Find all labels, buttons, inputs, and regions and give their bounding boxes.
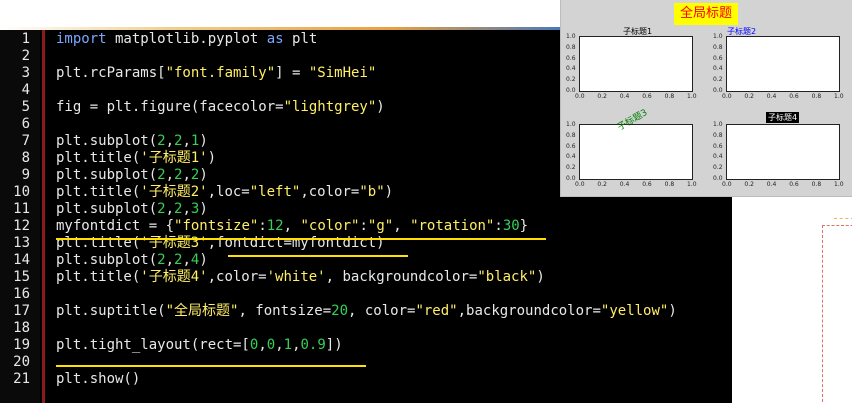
line-number: 21 [13,371,30,387]
x-tick-label: 0.8 [664,181,675,188]
x-tick-label: 0.6 [642,181,652,188]
dashed-annotation-box [822,225,852,402]
matplotlib-figure-window: 全局标题 子标题1 1.0 0.8 0.6 0.4 0.2 0.0 0.0 0.2 0.4 0.6 0… [561,0,852,196]
y-tick-label: 0.4 [566,153,576,161]
subplot-title: 子标题2 [727,27,757,36]
x-tick-label: 1.0 [834,181,844,188]
line-number: 20 [13,354,30,370]
subplot-axes [726,36,840,92]
code-line: plt.show() [56,371,141,387]
code-line: plt.subplot(2,2,3) [56,201,208,217]
x-tick-label: 1.0 [687,181,697,188]
x-tick-label: 0.6 [789,181,799,188]
code-line: plt.subplot(2,2,4) [56,252,208,268]
highlight-underline-line-12 [56,238,546,240]
x-tick-label: 0.0 [575,93,585,100]
x-tick-label: 0.8 [811,93,822,100]
line-number: 12 [13,218,30,234]
x-tick-label: 0.4 [766,181,777,188]
y-tick-label: 0.8 [566,43,576,51]
x-tick-label: 1.0 [687,93,697,100]
subplot-title: 子标题4 [766,112,800,123]
subplot-axes [726,124,840,180]
line-number: 1 [21,31,30,47]
y-tick-label: 1.0 [566,121,576,128]
code-line: plt.suptitle("全局标题", fontsize=20, color=… [56,303,677,319]
line-number: 3 [21,65,30,81]
code-line: plt.title('子标题1') [56,150,217,166]
line-number-gutter: 1 2 3 4 5 6 7 8 9 10 11 12 13 14 15 16 17 18 19 20 21 [0,30,40,403]
y-tick-label: 1.0 [566,33,576,40]
code-line: plt.title('子标题2',loc="left",color="b") [56,184,394,200]
y-tick-label: 0.2 [713,76,723,84]
x-tick-label: 0.4 [766,93,777,100]
y-tick-label: 0.6 [713,54,723,62]
line-number: 4 [21,82,30,98]
code-line: myfontdict = {"fontsize":12, "color":"g"… [56,218,529,234]
figure-suptitle: 全局标题 [674,3,739,25]
code-line: plt.title('子标题4',color='white', backgrou… [56,269,545,285]
y-tick-label: 0.8 [713,131,723,139]
x-tick-label: 0.2 [744,93,754,100]
x-tick-label: 0.0 [722,93,732,100]
code-line: plt.subplot(2,2,1) [56,133,208,149]
x-tick-label: 0.4 [619,93,630,100]
gutter-divider [42,30,45,403]
subplot-axes [579,124,693,180]
x-tick-label: 0.0 [722,181,732,188]
code-line: fig = plt.figure(facecolor="lightgrey") [56,99,385,115]
y-tick-label: 0.2 [566,164,576,172]
code-line: import matplotlib.pyplot as plt [56,31,318,47]
x-tick-label: 0.2 [597,93,607,100]
line-number: 17 [13,303,30,319]
x-tick-label: 0.4 [619,181,630,188]
code-line: plt.rcParams["font.family"] = "SimHei" [56,65,377,81]
y-tick-label: 0.6 [566,54,576,62]
highlight-underline-line-19 [56,365,366,367]
code-line: plt.tight_layout(rect=[0,0,1,0.9]) [56,337,343,353]
line-number: 8 [21,150,30,166]
x-tick-label: 0.6 [789,93,799,100]
y-tick-label: 0.8 [566,131,576,139]
y-tick-label: 0.4 [566,65,576,73]
y-tick-label: 0.4 [713,153,723,161]
y-tick-label: 1.0 [713,121,723,128]
line-number: 14 [13,252,30,268]
line-number: 6 [21,116,30,132]
y-tick-label: 0.4 [713,65,723,73]
y-tick-label: 1.0 [713,33,723,40]
y-tick-label: 0.6 [713,142,723,150]
line-number: 7 [21,133,30,149]
y-tick-label: 0.2 [566,76,576,84]
dashed-annotation-mark [834,218,852,223]
x-tick-label: 0.8 [664,93,675,100]
y-tick-label: 0.6 [566,142,576,150]
code-line: plt.subplot(2,2,2) [56,167,208,183]
x-tick-label: 0.2 [597,181,607,188]
y-tick-label: 0.8 [713,43,723,51]
x-tick-label: 0.0 [575,181,585,188]
x-tick-label: 0.2 [744,181,754,188]
x-tick-label: 0.6 [642,93,652,100]
line-number: 10 [13,184,30,200]
highlight-underline-line-13 [228,255,408,257]
x-tick-label: 1.0 [834,93,844,100]
line-number: 19 [13,337,30,353]
subplot-title: 子标题1 [623,27,653,36]
subplot-axes [579,36,693,92]
line-number: 5 [21,99,30,115]
line-number: 16 [13,286,30,302]
line-number: 18 [13,320,30,336]
line-number: 2 [21,48,30,64]
line-number: 9 [21,167,30,183]
line-number: 15 [13,269,30,285]
x-tick-label: 0.8 [811,181,822,188]
line-number: 11 [13,201,30,217]
line-number: 13 [13,235,30,251]
y-tick-label: 0.2 [713,164,723,172]
